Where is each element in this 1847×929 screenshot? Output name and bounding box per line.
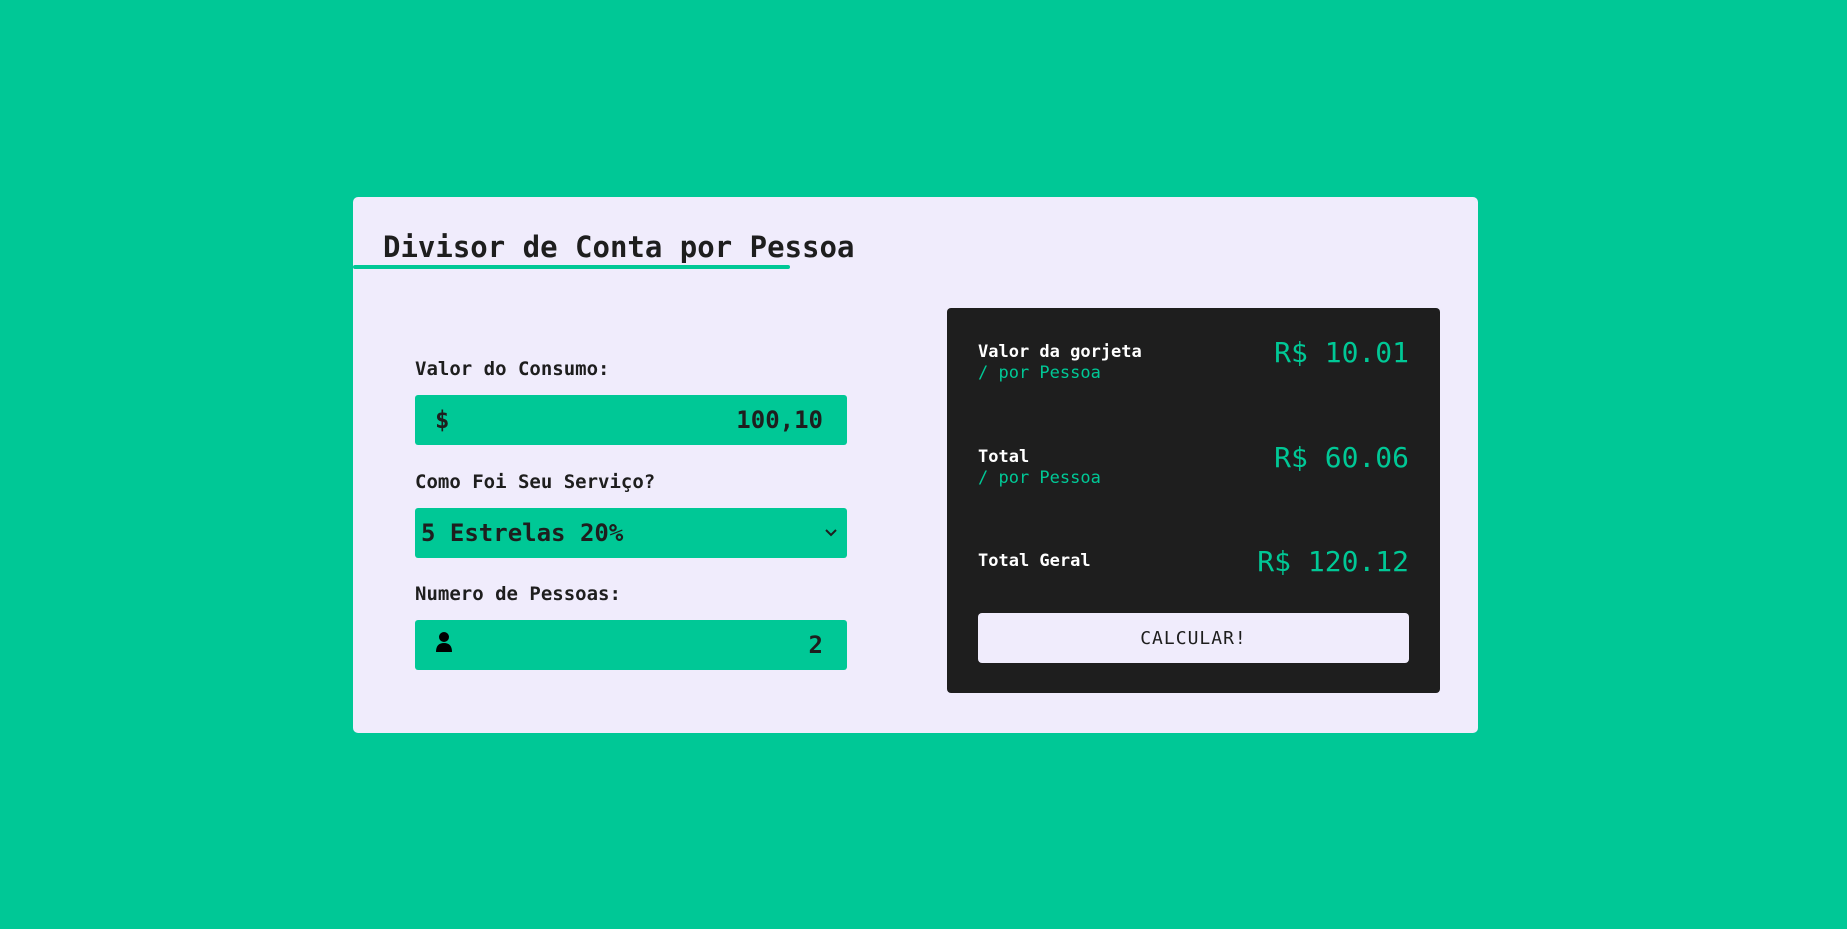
service-label: Como Foi Seu Serviço? xyxy=(415,471,656,493)
grand-total-value: R$ 120.12 xyxy=(1257,545,1409,578)
total-label: Total xyxy=(978,447,1030,467)
user-icon xyxy=(435,631,465,659)
title-underline xyxy=(353,265,790,269)
tip-row: Valor da gorjeta / por Pessoa R$ 10.01 xyxy=(978,336,1409,384)
results-panel: Valor da gorjeta / por Pessoa R$ 10.01 T… xyxy=(947,308,1440,693)
total-value: R$ 60.06 xyxy=(1274,441,1409,474)
service-selected-value: 5 Estrelas 20% xyxy=(421,519,624,547)
service-select[interactable]: 5 Estrelas 20% xyxy=(415,508,847,558)
grand-total-row: Total Geral R$ 120.12 xyxy=(978,545,1409,579)
people-input[interactable]: 2 xyxy=(415,620,847,670)
grand-total-label: Total Geral xyxy=(978,551,1091,571)
bill-value: 100,10 xyxy=(736,406,823,434)
page-title: Divisor de Conta por Pessoa xyxy=(383,230,855,264)
total-sub: / por Pessoa xyxy=(978,468,1101,488)
chevron-down-icon xyxy=(821,523,841,543)
people-value: 2 xyxy=(808,631,823,659)
dollar-icon: $ xyxy=(435,406,450,434)
calculator-card: Divisor de Conta por Pessoa Valor do Con… xyxy=(353,197,1478,733)
total-row: Total / por Pessoa R$ 60.06 xyxy=(978,441,1409,489)
bill-label: Valor do Consumo: xyxy=(415,358,610,380)
calculate-button[interactable]: CALCULAR! xyxy=(978,613,1409,663)
tip-value: R$ 10.01 xyxy=(1274,336,1409,369)
bill-input[interactable]: $ 100,10 xyxy=(415,395,847,445)
people-label: Numero de Pessoas: xyxy=(415,583,621,605)
tip-label: Valor da gorjeta xyxy=(978,342,1142,362)
tip-sub: / por Pessoa xyxy=(978,363,1101,383)
